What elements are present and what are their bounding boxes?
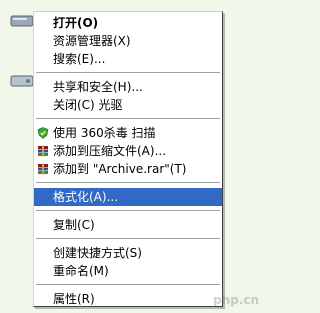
- menu-item-copy[interactable]: 复制(C): [34, 216, 222, 234]
- menu-item-sharing-security[interactable]: 共享和安全(H)...: [34, 78, 222, 96]
- menu-item-360-scan[interactable]: 使用 360杀毒 扫描: [34, 124, 222, 142]
- menu-item-search[interactable]: 搜索(E)...: [34, 50, 222, 68]
- context-menu: 打开(O) 资源管理器(X) 搜索(E)... 共享和安全(H)... 关闭(C…: [33, 11, 223, 307]
- menu-item-label: 添加到压缩文件(A)...: [53, 144, 167, 158]
- menu-item-create-shortcut[interactable]: 创建快捷方式(S): [34, 244, 222, 262]
- archive-icon: [38, 145, 48, 157]
- menu-item-format[interactable]: 格式化(A)...: [34, 188, 222, 206]
- menu-item-label: 使用 360杀毒 扫描: [53, 126, 156, 140]
- menu-item-add-archive-rar[interactable]: 添加到 "Archive.rar"(T): [34, 160, 222, 178]
- drive-icon[interactable]: [10, 74, 34, 88]
- shield-icon: [37, 127, 49, 139]
- drive-icon[interactable]: [10, 14, 34, 28]
- menu-item-explorer[interactable]: 资源管理器(X): [34, 32, 222, 50]
- watermark: php.cn: [213, 293, 259, 307]
- menu-separator: [36, 72, 220, 74]
- menu-item-rename[interactable]: 重命名(M): [34, 262, 222, 280]
- menu-item-open[interactable]: 打开(O): [34, 14, 222, 32]
- menu-separator: [36, 238, 220, 240]
- menu-separator: [36, 210, 220, 212]
- menu-item-close-drive[interactable]: 关闭(C) 光驱: [34, 96, 222, 114]
- archive-icon: [38, 163, 48, 175]
- menu-item-properties[interactable]: 属性(R): [34, 290, 222, 308]
- menu-separator: [36, 118, 220, 120]
- menu-item-label: 添加到 "Archive.rar"(T): [53, 162, 187, 176]
- menu-item-add-archive[interactable]: 添加到压缩文件(A)...: [34, 142, 222, 160]
- menu-separator: [36, 182, 220, 184]
- menu-separator: [36, 284, 220, 286]
